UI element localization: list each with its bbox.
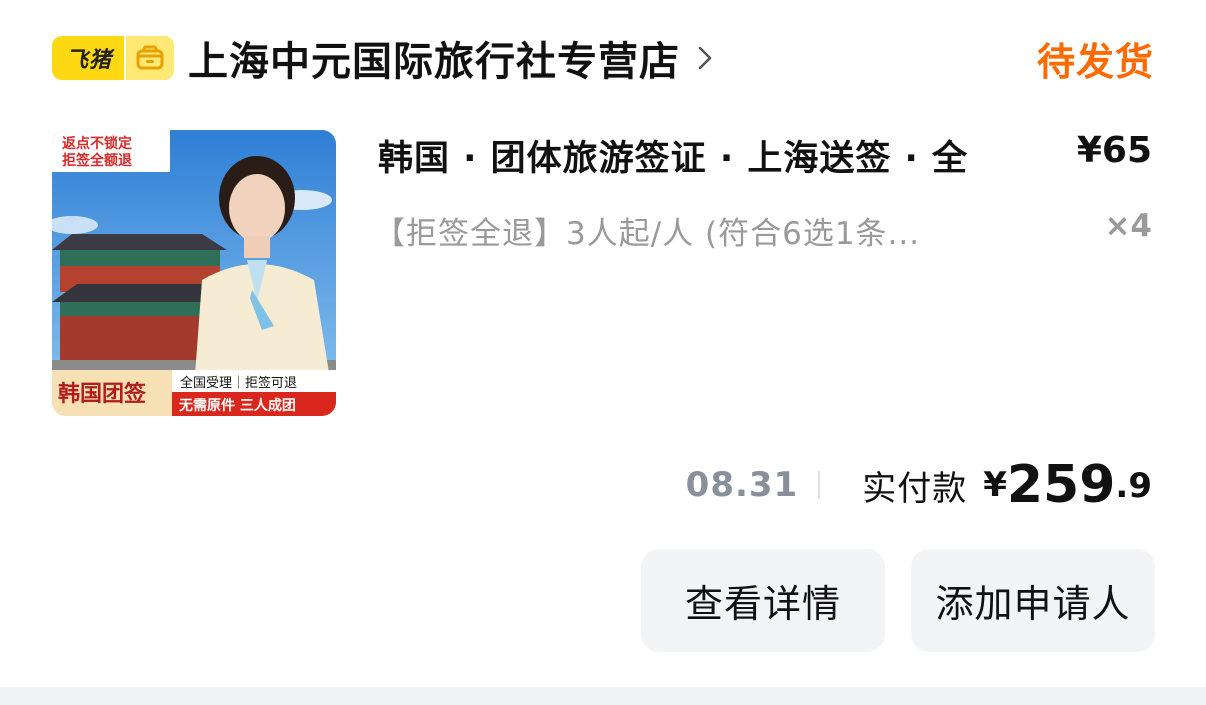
shop-name-link[interactable]: 上海中元国际旅行社专营店	[188, 29, 680, 87]
product-spec: 【拒签全退】3人起/人 (符合6选1条...	[374, 216, 921, 252]
brand-badge: 飞猪	[52, 36, 175, 80]
product-image[interactable]: 返点不锁定 拒签全额退 韩国团签 全国受理｜拒签可退 无需原件 三人成团	[52, 130, 336, 416]
paid-amount-integer: 259	[1006, 455, 1116, 515]
currency-symbol: ¥	[983, 465, 1007, 505]
tag-text-2: 拒签全额退	[62, 152, 132, 169]
badge-main-text: 韩国团签	[58, 381, 147, 407]
badge-bottom-text: 无需原件 三人成团	[178, 397, 296, 414]
add-applicant-button[interactable]: 添加申请人	[911, 549, 1155, 652]
product-quantity: ×4	[1104, 208, 1152, 244]
shop-icon	[124, 36, 175, 80]
paid-amount-decimal: .9	[1115, 466, 1152, 506]
tag-text-1: 返点不锁定	[62, 135, 132, 152]
view-details-button[interactable]: 查看详情	[641, 549, 885, 652]
bottom-separator	[0, 687, 1206, 705]
order-card: 飞猪 上海中元国际旅行社专营店 待发货 返点不锁定 拒签全额退 韩国团签 全国受…	[0, 0, 1206, 705]
brand-logo-text: 飞猪	[66, 48, 113, 73]
chevron-right-icon[interactable]	[694, 43, 716, 73]
payment-summary: 08.31 实付款 ¥ 259 .9	[686, 452, 1152, 518]
product-title[interactable]: 韩国 · 团体旅游签证 · 上海送签 · 全	[378, 130, 1038, 181]
paid-label: 实付款	[862, 468, 968, 509]
order-date: 08.31	[685, 465, 799, 505]
order-header: 飞猪 上海中元国际旅行社专营店 待发货	[52, 30, 1154, 86]
order-status: 待发货	[1036, 39, 1154, 84]
product-price: ¥65	[1076, 130, 1152, 171]
badge-top-text: 全国受理｜拒签可退	[180, 375, 297, 391]
divider	[818, 471, 821, 499]
